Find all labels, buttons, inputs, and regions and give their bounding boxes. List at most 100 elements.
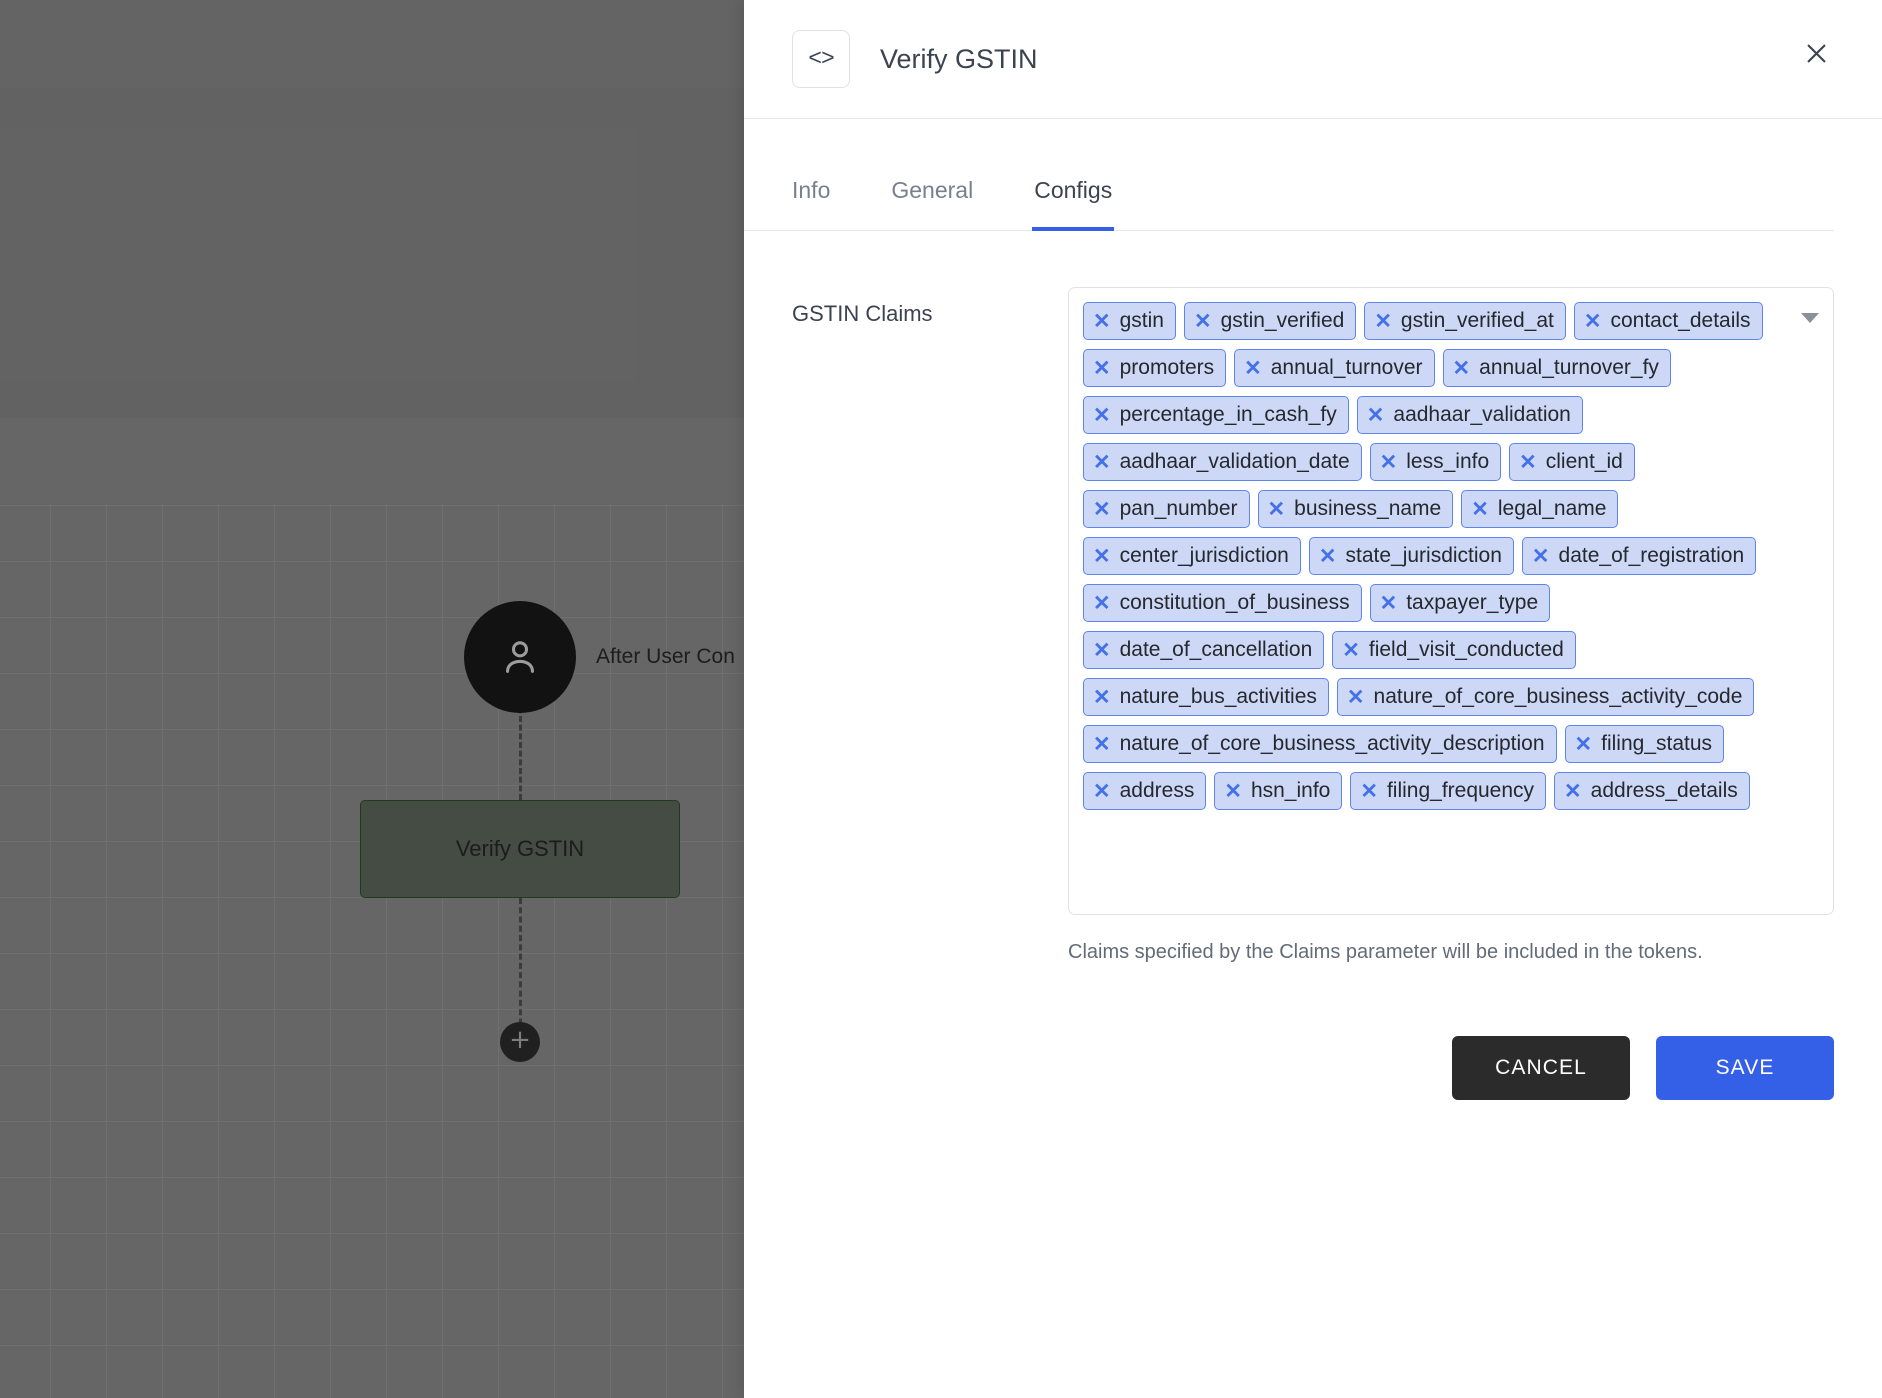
chip-label: address_details	[1590, 779, 1738, 802]
claim-chip[interactable]: ✕ gstin_verified_at	[1364, 302, 1566, 340]
claim-chip[interactable]: ✕ aadhaar_validation	[1356, 396, 1583, 434]
claim-chip[interactable]: ✕ field_visit_conducted	[1332, 631, 1576, 669]
plus-icon: +	[509, 1025, 531, 1055]
chip-remove-icon[interactable]: ✕	[1519, 452, 1537, 473]
gstin-claims-multiselect[interactable]: ✕ gstin ✕ gstin_verified ✕ gstin_verified_at ✕…	[1068, 287, 1834, 915]
chip-remove-icon[interactable]: ✕	[1194, 311, 1212, 332]
claim-chip[interactable]: ✕ promoters	[1083, 349, 1227, 387]
claim-chip[interactable]: ✕ annual_turnover	[1234, 349, 1435, 387]
chip-label: nature_of_core_business_activity_descrip…	[1119, 732, 1545, 755]
claim-chip[interactable]: ✕ business_name	[1257, 490, 1454, 528]
chip-remove-icon[interactable]: ✕	[1093, 734, 1111, 755]
chip-label: aadhaar_validation_date	[1119, 450, 1350, 473]
claim-chip[interactable]: ✕ legal_name	[1461, 490, 1619, 528]
chip-label: gstin_verified_at	[1400, 309, 1554, 332]
claim-chip[interactable]: ✕ date_of_registration	[1521, 537, 1757, 575]
chip-label: contact_details	[1610, 309, 1751, 332]
chip-remove-icon[interactable]: ✕	[1584, 311, 1602, 332]
claim-chip[interactable]: ✕ center_jurisdiction	[1083, 537, 1301, 575]
claim-chip[interactable]: ✕ nature_of_core_business_activity_descri…	[1083, 725, 1557, 763]
chip-label: legal_name	[1497, 497, 1607, 520]
chip-remove-icon[interactable]: ✕	[1347, 687, 1365, 708]
claim-chip[interactable]: ✕ percentage_in_cash_fy	[1083, 396, 1349, 434]
claim-chip[interactable]: ✕ less_info	[1369, 443, 1502, 481]
chip-remove-icon[interactable]: ✕	[1093, 311, 1111, 332]
claim-chip[interactable]: ✕ address	[1083, 772, 1207, 810]
claim-chip[interactable]: ✕ nature_bus_activities	[1083, 678, 1329, 716]
chip-label: filing_status	[1601, 732, 1713, 755]
chip-remove-icon[interactable]: ✕	[1575, 734, 1593, 755]
chip-remove-icon[interactable]: ✕	[1471, 499, 1489, 520]
chip-remove-icon[interactable]: ✕	[1093, 452, 1111, 473]
panel-title: Verify GSTIN	[880, 43, 1038, 74]
claim-chip[interactable]: ✕ aadhaar_validation_date	[1083, 443, 1362, 481]
chip-label: taxpayer_type	[1406, 591, 1539, 614]
claim-chip[interactable]: ✕ constitution_of_business	[1083, 584, 1362, 622]
chip-label: client_id	[1545, 450, 1623, 473]
chip-remove-icon[interactable]: ✕	[1093, 546, 1111, 567]
chip-remove-icon[interactable]: ✕	[1564, 781, 1582, 802]
chip-label: constitution_of_business	[1119, 591, 1350, 614]
chip-remove-icon[interactable]: ✕	[1453, 358, 1471, 379]
claim-chip[interactable]: ✕ client_id	[1509, 443, 1635, 481]
chip-label: business_name	[1294, 497, 1442, 520]
cancel-button-label: CANCEL	[1495, 1056, 1587, 1079]
chip-remove-icon[interactable]: ✕	[1224, 781, 1242, 802]
chip-remove-icon[interactable]: ✕	[1319, 546, 1337, 567]
chip-label: annual_turnover_fy	[1479, 356, 1659, 379]
chip-remove-icon[interactable]: ✕	[1532, 546, 1550, 567]
canvas-band-top	[0, 0, 744, 88]
tab-general-label: General	[891, 177, 974, 203]
chip-remove-icon[interactable]: ✕	[1360, 781, 1378, 802]
claim-chip[interactable]: ✕ filing_frequency	[1350, 772, 1547, 810]
chip-remove-icon[interactable]: ✕	[1093, 593, 1111, 614]
claim-chip[interactable]: ✕ contact_details	[1573, 302, 1763, 340]
canvas-grid	[0, 505, 744, 1398]
claim-chip[interactable]: ✕ state_jurisdiction	[1308, 537, 1514, 575]
chip-label: nature_bus_activities	[1119, 685, 1317, 708]
chip-remove-icon[interactable]: ✕	[1093, 781, 1111, 802]
chip-remove-icon[interactable]: ✕	[1367, 405, 1385, 426]
claim-chip[interactable]: ✕ address_details	[1554, 772, 1750, 810]
user-node[interactable]	[464, 601, 576, 713]
chip-remove-icon[interactable]: ✕	[1093, 499, 1111, 520]
claim-chip[interactable]: ✕ gstin	[1083, 302, 1176, 340]
flow-canvas[interactable]: After User Con Verify GSTIN +	[0, 0, 744, 1398]
chip-label: percentage_in_cash_fy	[1119, 403, 1337, 426]
claim-chip[interactable]: ✕ filing_status	[1564, 725, 1725, 763]
claim-chip[interactable]: ✕ nature_of_core_business_activity_code	[1336, 678, 1755, 716]
tab-configs[interactable]: Configs	[1032, 177, 1115, 231]
claim-chip[interactable]: ✕ pan_number	[1083, 490, 1250, 528]
chip-label: hsn_info	[1250, 779, 1331, 802]
chip-remove-icon[interactable]: ✕	[1244, 358, 1262, 379]
chip-remove-icon[interactable]: ✕	[1374, 311, 1392, 332]
claim-chip[interactable]: ✕ annual_turnover_fy	[1442, 349, 1671, 387]
chip-label: annual_turnover	[1270, 356, 1423, 379]
claim-chip[interactable]: ✕ date_of_cancellation	[1083, 631, 1325, 669]
chip-label: less_info	[1406, 450, 1490, 473]
chip-remove-icon[interactable]: ✕	[1268, 499, 1286, 520]
chevron-down-icon[interactable]	[1801, 313, 1819, 323]
chip-remove-icon[interactable]: ✕	[1342, 640, 1360, 661]
tab-info[interactable]: Info	[792, 177, 830, 230]
gstin-claims-label: GSTIN Claims	[792, 301, 933, 326]
claim-chip[interactable]: ✕ taxpayer_type	[1369, 584, 1551, 622]
chip-remove-icon[interactable]: ✕	[1093, 358, 1111, 379]
chip-label: field_visit_conducted	[1368, 638, 1564, 661]
add-node-button[interactable]: +	[500, 1022, 540, 1062]
chip-remove-icon[interactable]: ✕	[1093, 640, 1111, 661]
tab-general[interactable]: General	[891, 177, 973, 230]
chip-label: filing_frequency	[1386, 779, 1535, 802]
chip-remove-icon[interactable]: ✕	[1380, 593, 1398, 614]
chip-remove-icon[interactable]: ✕	[1093, 405, 1111, 426]
panel-actions: CANCEL SAVE	[744, 1036, 1834, 1100]
chip-remove-icon[interactable]: ✕	[1380, 452, 1398, 473]
claim-chip[interactable]: ✕ gstin_verified	[1183, 302, 1357, 340]
close-button[interactable]	[1788, 28, 1844, 84]
panel-header: <> Verify GSTIN	[744, 0, 1882, 119]
save-button[interactable]: SAVE	[1656, 1036, 1834, 1100]
task-node-verify-gstin[interactable]: Verify GSTIN	[360, 800, 680, 898]
cancel-button[interactable]: CANCEL	[1452, 1036, 1630, 1100]
chip-remove-icon[interactable]: ✕	[1093, 687, 1111, 708]
claim-chip[interactable]: ✕ hsn_info	[1214, 772, 1343, 810]
